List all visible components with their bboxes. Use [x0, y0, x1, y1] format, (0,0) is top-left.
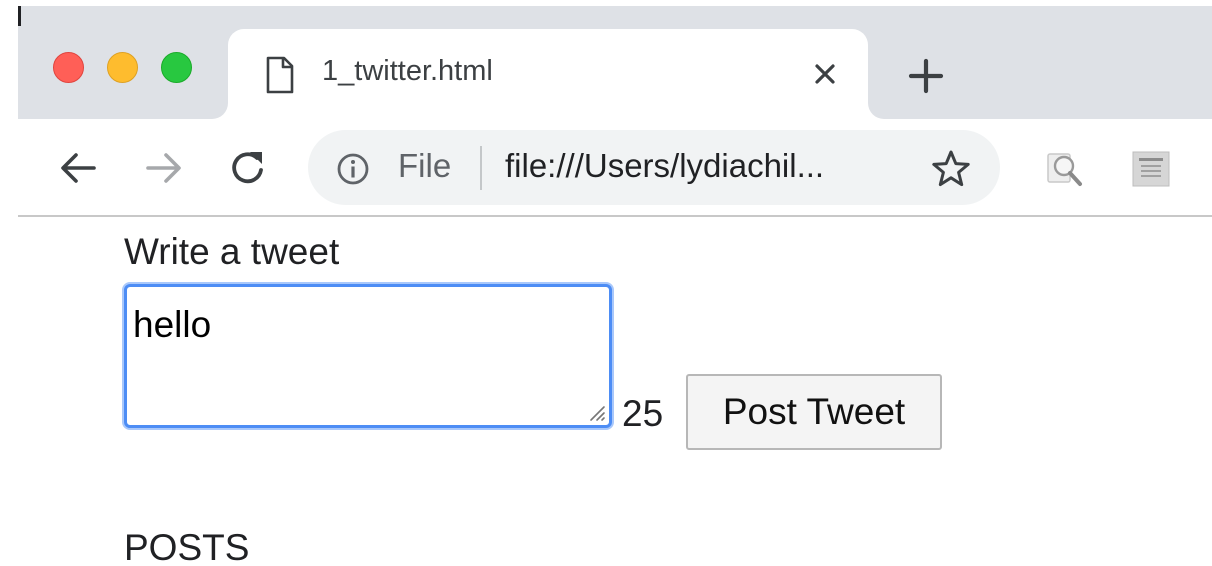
- character-count: 25: [622, 393, 664, 434]
- window-edge-shadow: [18, 6, 21, 26]
- address-separator: [480, 146, 482, 190]
- forward-arrow-icon[interactable]: [142, 146, 186, 190]
- post-tweet-button[interactable]: Post Tweet: [686, 374, 942, 450]
- reload-icon[interactable]: [226, 146, 270, 190]
- close-window-button[interactable]: [53, 52, 84, 83]
- minimize-window-button[interactable]: [107, 52, 138, 83]
- tweet-text[interactable]: hello: [133, 304, 211, 346]
- zoom-window-button[interactable]: [161, 52, 192, 83]
- bigger-notes-extension-icon[interactable]: [1130, 148, 1172, 190]
- url-scheme-label: File: [398, 147, 452, 184]
- tab-title: 1_twitter.html: [322, 55, 493, 87]
- resize-handle-icon[interactable]: [588, 404, 606, 422]
- file-icon: [266, 56, 294, 94]
- magnifier-extension-icon[interactable]: [1044, 148, 1086, 190]
- close-icon[interactable]: [808, 57, 842, 91]
- star-icon[interactable]: [930, 148, 972, 190]
- window-edge: [0, 0, 18, 566]
- posts-heading: POSTS: [124, 527, 250, 566]
- tab-corner-left: [212, 103, 228, 119]
- url-text[interactable]: file:///Users/lydiachil...: [505, 147, 824, 185]
- plus-icon[interactable]: [906, 56, 946, 96]
- tab-corner-right: [868, 103, 884, 119]
- compose-label: Write a tweet: [124, 231, 340, 272]
- back-arrow-icon[interactable]: [56, 146, 100, 190]
- info-icon[interactable]: [336, 152, 370, 186]
